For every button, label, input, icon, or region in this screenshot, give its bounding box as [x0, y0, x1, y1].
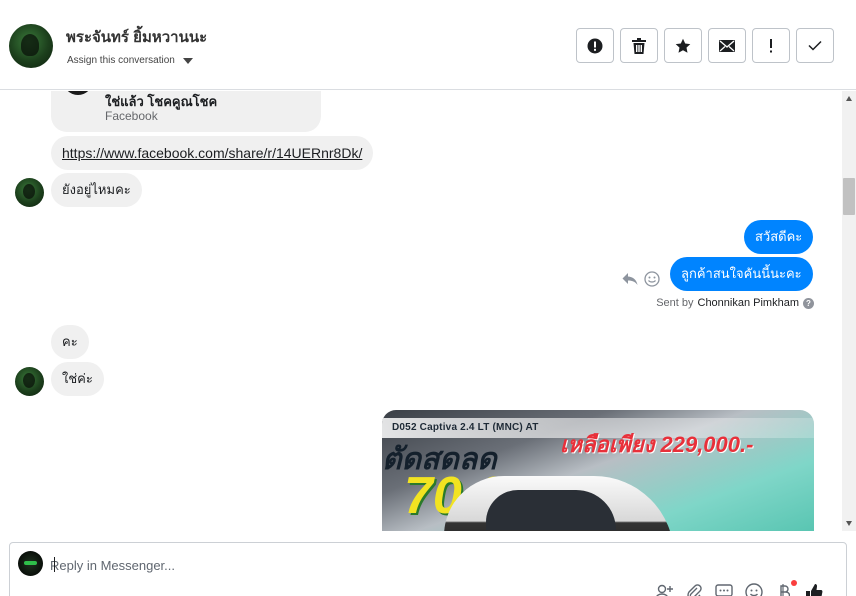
shared-post-source: Facebook [105, 109, 158, 123]
assign-conversation-dropdown[interactable]: Assign this conversation [67, 55, 193, 66]
add-person-icon [656, 584, 673, 596]
saved-reply-icon [715, 584, 733, 596]
follow-up-button[interactable] [752, 28, 790, 63]
saved-reply-button[interactable] [715, 583, 733, 596]
incoming-message: ใช่ค่ะ [51, 362, 104, 396]
promo-car-code: D052 Captiva 2.4 LT (MNC) AT [392, 422, 539, 433]
baht-icon [780, 584, 790, 596]
sent-by-name[interactable]: Chonnikan Pimkham [698, 297, 800, 309]
assign-label: Assign this conversation [67, 55, 175, 66]
promo-price: เหลือเพียง 229,000.- [560, 432, 754, 457]
contact-name[interactable]: พระจันทร์ ยิ้มหวานนะ [66, 25, 207, 49]
conversation-actions [576, 28, 834, 63]
shared-post-card[interactable]: ใช่แล้ว โชคคูณโชค Facebook [51, 91, 321, 132]
outgoing-message: สวัสดีคะ [744, 220, 814, 254]
thread-scrollbar[interactable] [842, 91, 856, 531]
emoji-icon [745, 583, 763, 596]
outgoing-message: ลูกค้าสนใจคันนี้นะคะ [670, 257, 813, 291]
sent-by-label: Sent by Chonnikan Pimkham ? [656, 297, 814, 309]
shared-post-avatar [63, 91, 93, 95]
star-button[interactable] [664, 28, 702, 63]
caret-down-icon [182, 57, 193, 64]
payment-button[interactable] [775, 580, 797, 596]
incoming-message: ยังอยู่ไหมคะ [51, 173, 142, 207]
react-emoji-icon[interactable] [644, 271, 660, 287]
like-button[interactable] [805, 583, 823, 596]
exclamation-icon [770, 38, 772, 52]
star-icon [675, 38, 691, 53]
like-icon [806, 584, 823, 596]
help-icon[interactable]: ? [803, 297, 814, 309]
incoming-message: คะ [51, 325, 89, 359]
notification-dot [791, 580, 797, 586]
scroll-up-arrow-icon[interactable] [846, 96, 852, 101]
envelope-icon [719, 39, 735, 52]
text-cursor [54, 557, 55, 572]
scroll-thumb[interactable] [843, 178, 855, 215]
message-link[interactable]: https://www.facebook.com/share/r/14UERnr… [51, 136, 374, 170]
spam-button[interactable] [576, 28, 614, 63]
message-actions [622, 271, 660, 287]
attachment-icon [687, 584, 702, 596]
mark-unread-button[interactable] [708, 28, 746, 63]
reply-input[interactable] [50, 553, 750, 577]
delete-button[interactable] [620, 28, 658, 63]
reply-icon[interactable] [622, 272, 638, 286]
checkmark-icon [808, 40, 822, 51]
emoji-button[interactable] [745, 583, 763, 596]
messenger-inbox: พระจันทร์ ยิ้มหวานนะ Assign this convers… [0, 0, 856, 596]
promo-image-attachment[interactable]: D052 Captiva 2.4 LT (MNC) AT เหลือเพียง … [382, 410, 814, 531]
scroll-down-arrow-icon[interactable] [846, 521, 852, 526]
car-image [444, 476, 674, 531]
done-button[interactable] [796, 28, 834, 63]
customer-avatar [15, 178, 44, 207]
composer-tools [655, 580, 823, 596]
trash-icon [632, 37, 646, 54]
attach-button[interactable] [685, 583, 703, 596]
message-thread[interactable]: ใช่แล้ว โชคคูณโชค Facebook https://www.f… [0, 91, 842, 531]
conversation-header: พระจันทร์ ยิ้มหวานนะ Assign this convers… [0, 0, 856, 90]
page-avatar [18, 551, 43, 576]
sent-by-prefix: Sent by [656, 297, 694, 309]
add-person-button[interactable] [655, 583, 673, 596]
customer-avatar [15, 367, 44, 396]
alert-circle-icon [587, 38, 603, 53]
reply-composer [9, 542, 847, 596]
contact-avatar[interactable] [9, 24, 53, 68]
